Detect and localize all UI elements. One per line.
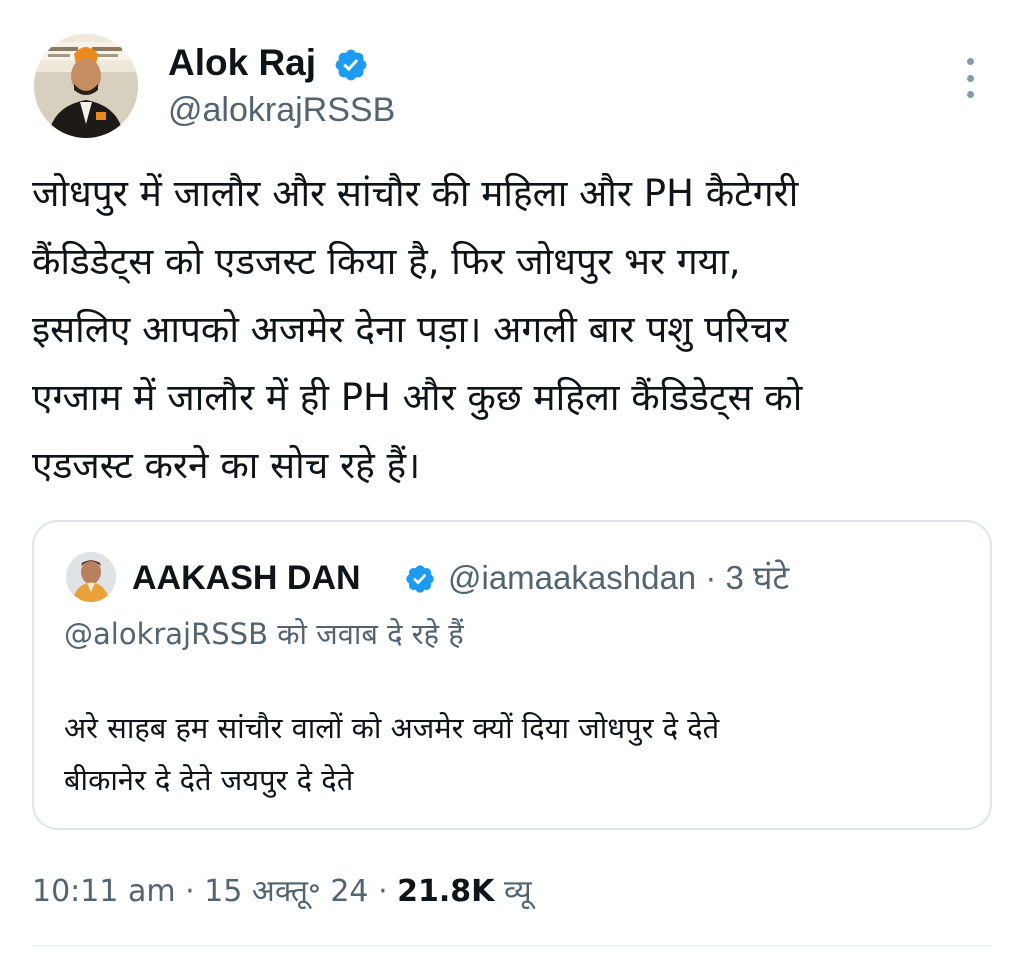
author-avatar-image bbox=[34, 34, 138, 138]
tweet-text: जोधपुर में जालौर और सांचौर की महिला और P… bbox=[32, 172, 803, 487]
tweet-meta: 10:11 am · 15 अक्तू॰ 24 · 21.8K व्यू bbox=[32, 868, 532, 916]
quoted-avatar-image bbox=[66, 552, 116, 602]
tweet-date[interactable]: 15 अक्तू॰ 24 bbox=[204, 874, 368, 909]
quoted-author-name[interactable]: AAKASH DAN bbox=[132, 558, 361, 598]
quoted-author-handle[interactable]: @iamaakashdan bbox=[448, 559, 696, 596]
quoted-tweet-text: अरे साहब हम सांचौर वालों को अजमेर क्यों … bbox=[64, 711, 720, 797]
verified-badge-icon bbox=[335, 49, 367, 81]
meta-separator: · bbox=[368, 874, 398, 909]
quoted-author-avatar[interactable] bbox=[66, 552, 116, 602]
quoted-meta: @iamaakashdan · 3 घंटे bbox=[448, 558, 789, 598]
tweet: Alok Raj @alokrajRSSB जोधपुर में जालौर औ… bbox=[0, 0, 1024, 967]
quoted-time: · 3 घंटे bbox=[696, 559, 790, 596]
more-dot bbox=[966, 74, 974, 82]
quoted-replying-to: @alokrajRSSB को जवाब दे रहे हैं bbox=[64, 617, 464, 651]
author-name[interactable]: Alok Raj bbox=[168, 40, 316, 86]
author-avatar[interactable] bbox=[34, 34, 138, 138]
more-dot bbox=[966, 91, 974, 98]
author-handle[interactable]: @alokrajRSSB bbox=[168, 89, 395, 131]
views-label: व्यू bbox=[494, 874, 532, 909]
quoted-verified-badge-icon bbox=[406, 565, 434, 593]
more-options-icon[interactable] bbox=[950, 56, 990, 100]
quoted-tweet[interactable]: AAKASH DAN @iamaakashdan · 3 घंटे @alokr… bbox=[32, 520, 992, 830]
views-count: 21.8K bbox=[397, 874, 495, 909]
meta-separator: · bbox=[175, 874, 205, 909]
tweet-time[interactable]: 10:11 am bbox=[32, 874, 176, 909]
more-dot bbox=[966, 58, 974, 65]
divider bbox=[32, 945, 992, 947]
